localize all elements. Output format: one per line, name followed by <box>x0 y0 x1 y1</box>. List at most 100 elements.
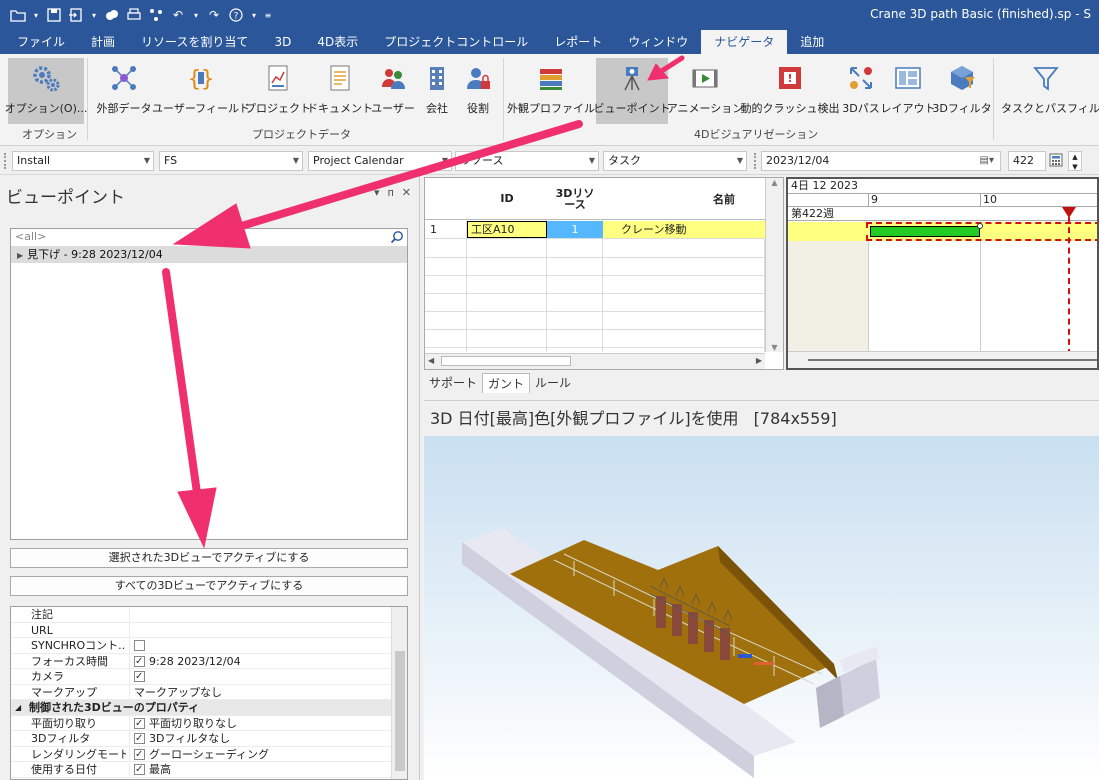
number-spinner[interactable]: ▲ ▼ <box>1068 151 1082 171</box>
property-row[interactable]: 注記 <box>11 607 407 623</box>
toolbar-grip[interactable] <box>4 153 7 169</box>
tab-4d-view[interactable]: 4D表示 <box>304 30 371 54</box>
date-picker[interactable]: 2023/12/04 ▤▾ <box>761 151 1001 171</box>
grid-header-id[interactable]: ID <box>467 178 547 220</box>
3d-path-button[interactable]: 3Dパス <box>842 58 880 124</box>
viewpoint-button[interactable]: ビューポイント <box>594 58 671 124</box>
gantt-bar-handle[interactable] <box>977 223 983 229</box>
chevron-down-icon[interactable]: ▾ <box>250 7 258 23</box>
search-icon[interactable] <box>390 230 404 244</box>
tree-item-viewpoint[interactable]: ▶ 見下げ - 9:28 2023/12/04 <box>11 247 407 263</box>
role-button[interactable]: 役割 <box>458 58 498 124</box>
tab-add[interactable]: 追加 <box>787 30 837 54</box>
tab-assign-resources[interactable]: リソースを割り当て <box>128 30 261 54</box>
cell-name[interactable]: クレーン移動 <box>603 221 765 238</box>
tab-gantt[interactable]: ガント <box>482 373 531 393</box>
checkbox[interactable] <box>134 640 145 651</box>
table-row[interactable]: 1 工区A10 1 クレーン移動 <box>425 221 765 239</box>
redo-icon[interactable]: ↷ <box>206 7 222 23</box>
pin-icon[interactable]: ᴨ <box>388 186 394 199</box>
property-value[interactable] <box>129 638 149 653</box>
scroll-left-icon[interactable]: ◀ <box>428 356 434 365</box>
options-button[interactable]: オプション(O)... <box>5 58 87 124</box>
tab-3d[interactable]: 3D <box>261 30 304 54</box>
close-icon[interactable]: ✕ <box>402 186 411 199</box>
task-path-filter-button[interactable]: タスクとパスフィルタ <box>998 58 1099 124</box>
help-icon[interactable]: ? <box>228 7 244 23</box>
grid-header-name[interactable]: 名前 <box>603 178 765 220</box>
table-row[interactable] <box>425 258 765 276</box>
chevron-down-icon[interactable]: ▾ <box>32 7 40 23</box>
checkbox[interactable] <box>134 731 145 746</box>
3d-filter-button[interactable]: 3Dフィルタ <box>932 58 992 124</box>
calculator-icon[interactable] <box>1049 153 1063 167</box>
chevron-down-icon[interactable]: ▾ <box>90 7 98 23</box>
grid-vertical-scrollbar[interactable]: ▲ ▼ <box>765 178 783 352</box>
scroll-down-icon[interactable]: ▼ <box>766 343 783 352</box>
checkbox[interactable] <box>134 747 145 762</box>
network-icon[interactable] <box>148 7 164 23</box>
property-value[interactable]: 最高 <box>129 762 171 777</box>
tab-window[interactable]: ウィンドウ <box>615 30 701 54</box>
appearance-profile-button[interactable]: 外観プロファイル <box>507 58 595 124</box>
user-button[interactable]: ユーザー <box>370 58 416 124</box>
property-value[interactable]: 9:28 2023/12/04 <box>129 653 241 669</box>
activate-all-3d-views-button[interactable]: すべての3Dビューでアクティブにする <box>10 576 408 596</box>
table-row[interactable] <box>425 294 765 312</box>
cell-id[interactable]: 工区A10 <box>467 221 547 238</box>
animation-button[interactable]: アニメーション <box>667 58 743 124</box>
viewpoint-search[interactable]: <all> <box>11 229 407 247</box>
task-combo[interactable]: タスク ▼ <box>603 151 747 171</box>
tab-support[interactable]: サポート <box>424 373 482 393</box>
scroll-thumb[interactable] <box>808 359 1097 361</box>
user-field-button[interactable]: {} ユーザーフィールド <box>152 58 250 124</box>
panel-menu-icon[interactable]: ▾ <box>374 186 380 199</box>
undo-icon[interactable]: ↶ <box>170 7 186 23</box>
collapse-triangle-icon[interactable]: ◢ <box>15 700 21 715</box>
property-row[interactable]: マークアップ マークアップなし <box>11 684 407 700</box>
property-value[interactable]: 3Dフィルタなし <box>129 731 230 746</box>
checkbox[interactable] <box>134 654 145 669</box>
table-row[interactable] <box>425 312 765 330</box>
property-row[interactable]: フォーカス時間 9:28 2023/12/04 <box>11 653 407 669</box>
property-row[interactable]: 使用する日付 最高 <box>11 762 407 778</box>
resource-combo[interactable]: リソース ▼ <box>455 151 599 171</box>
property-row[interactable]: レンダリングモード グーローシェーディング <box>11 746 407 762</box>
install-combo[interactable]: Install ▼ <box>12 151 154 171</box>
property-value[interactable] <box>129 622 134 638</box>
checkbox[interactable] <box>134 716 145 731</box>
document-button[interactable]: ドキュメント <box>307 58 373 124</box>
table-row[interactable] <box>425 240 765 258</box>
link-type-combo[interactable]: FS ▼ <box>159 151 303 171</box>
layout-button[interactable]: レイアウト <box>881 58 936 124</box>
property-row[interactable]: 平面切り取り 平面切り取りなし <box>11 715 407 731</box>
cloud-icon[interactable] <box>104 7 120 23</box>
calendar-dropdown-icon[interactable]: ▤▾ <box>980 152 994 170</box>
save-icon[interactable] <box>46 7 62 23</box>
gantt-task-bar[interactable] <box>870 226 980 237</box>
toolbar-grip[interactable] <box>754 153 757 169</box>
print-icon[interactable] <box>126 7 142 23</box>
scroll-thumb[interactable] <box>441 356 571 366</box>
tab-navigator[interactable]: ナビゲータ <box>701 30 788 54</box>
import-icon[interactable] <box>68 7 84 23</box>
grid-horizontal-scrollbar[interactable]: ◀ ▶ <box>425 353 765 369</box>
property-value[interactable]: 平面切り取りなし <box>129 715 237 731</box>
property-row[interactable]: カメラ <box>11 669 407 685</box>
grid-header-resource[interactable]: 3Dリソース <box>547 178 603 220</box>
activate-selected-3d-view-button[interactable]: 選択された3Dビューでアクティブにする <box>10 548 408 568</box>
project-button[interactable]: プロジェクト <box>245 58 311 124</box>
search-input[interactable]: <all> <box>15 230 46 243</box>
property-row[interactable]: 3Dフィルタ 3Dフィルタなし <box>11 731 407 747</box>
external-data-button[interactable]: 外部データ <box>94 58 154 124</box>
property-value[interactable] <box>129 607 134 622</box>
properties-scrollbar[interactable] <box>391 607 407 779</box>
dynamic-clash-button[interactable]: ! 動的クラッシュ検出 <box>741 58 840 124</box>
tab-rules[interactable]: ルール <box>530 373 576 393</box>
customize-qat-icon[interactable]: ≡ <box>264 7 272 23</box>
property-value[interactable] <box>129 669 149 684</box>
calendar-combo[interactable]: Project Calendar ▼ <box>308 151 452 171</box>
scroll-up-icon[interactable]: ▲ <box>766 178 783 187</box>
property-row[interactable]: URL <box>11 622 407 638</box>
tab-plan[interactable]: 計画 <box>78 30 128 54</box>
